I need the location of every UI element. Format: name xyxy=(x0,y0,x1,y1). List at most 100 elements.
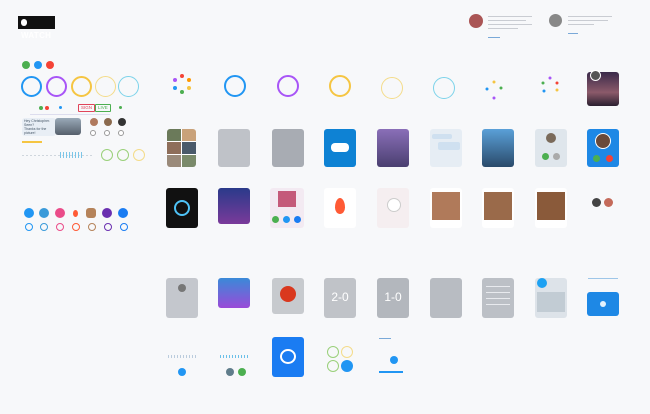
skype-icon[interactable] xyxy=(24,208,34,218)
tag-sign: SIGN xyxy=(78,104,96,112)
progress-ring-small xyxy=(341,346,353,358)
game-app-screen[interactable] xyxy=(218,278,250,308)
dribbble-icon[interactable] xyxy=(55,208,65,218)
messenger-icon xyxy=(280,349,296,364)
game-screen[interactable] xyxy=(218,188,250,224)
apple-watch-logo: WATCH xyxy=(18,16,55,40)
progress-ring-light-yellow xyxy=(381,77,403,99)
skype-icon[interactable] xyxy=(39,208,49,218)
toggle-dot[interactable] xyxy=(118,130,124,136)
progress-ring-purple xyxy=(46,76,67,97)
avatar xyxy=(469,14,483,28)
avatar xyxy=(549,14,562,27)
score-screen[interactable]: 1-0 xyxy=(377,278,409,318)
divider xyxy=(30,114,110,115)
skype-icon xyxy=(331,143,349,152)
play-button[interactable] xyxy=(226,368,234,376)
messenger-icon[interactable] xyxy=(118,208,128,218)
instagram-icon[interactable] xyxy=(86,208,96,218)
logo-text: WATCH xyxy=(21,31,52,40)
loading-dots-colorful xyxy=(541,76,559,93)
tinder-flame-icon[interactable] xyxy=(72,223,80,231)
waveform xyxy=(168,355,198,358)
notification-text xyxy=(488,16,534,38)
image-screen[interactable] xyxy=(482,129,514,167)
phone-icon[interactable] xyxy=(593,155,600,162)
avatar xyxy=(90,118,98,126)
photo-card-screen[interactable] xyxy=(482,188,514,228)
score-screen[interactable]: 2-0 xyxy=(324,278,356,318)
chat-screen-light[interactable] xyxy=(430,129,462,167)
tinder-screen[interactable] xyxy=(324,188,356,228)
notification-text xyxy=(568,16,614,34)
folder-icon xyxy=(600,301,606,307)
tinder-flame-icon xyxy=(335,198,345,214)
chat-screen-purple[interactable] xyxy=(377,129,409,167)
image-thumbnail xyxy=(55,118,81,135)
folder-screen[interactable] xyxy=(587,292,619,316)
apple-icon xyxy=(21,19,27,26)
waveform xyxy=(220,355,250,358)
messenger-app-screen[interactable] xyxy=(272,337,304,377)
toggle-dot[interactable] xyxy=(104,130,110,136)
status-dot xyxy=(39,106,43,110)
loading-spinner-colorful xyxy=(173,74,191,94)
yahoo-icon[interactable] xyxy=(104,223,112,231)
audio-screen[interactable] xyxy=(379,338,409,374)
gray-screen[interactable] xyxy=(430,278,462,318)
avatar xyxy=(604,198,613,207)
phone-icon[interactable] xyxy=(22,61,30,69)
skype-app-screen[interactable] xyxy=(324,129,356,167)
skype-icon[interactable] xyxy=(25,223,33,231)
dribbble-icon[interactable] xyxy=(56,223,64,231)
profile-card-screen[interactable] xyxy=(377,188,409,228)
shazam-icon xyxy=(174,200,190,216)
close-icon[interactable] xyxy=(606,155,613,162)
mic-icon[interactable] xyxy=(34,61,42,69)
list-screen[interactable] xyxy=(482,278,514,318)
phone-icon[interactable] xyxy=(542,153,549,160)
score-text: 2-0 xyxy=(331,290,349,304)
avatar xyxy=(118,118,126,126)
photo-share-screen[interactable] xyxy=(270,188,304,228)
mic-icon[interactable] xyxy=(390,356,398,364)
skype-icon[interactable] xyxy=(40,223,48,231)
share-icon[interactable] xyxy=(283,216,290,223)
progress-ring-blue xyxy=(224,75,246,97)
instagram-icon[interactable] xyxy=(88,223,96,231)
progress-ring-purple xyxy=(277,75,299,97)
chat-bubble: Thanks for the picture! xyxy=(22,126,56,136)
progress-ring-small xyxy=(327,360,339,372)
incoming-call-screen[interactable] xyxy=(587,129,619,167)
message-screen[interactable] xyxy=(218,129,250,167)
messenger-icon[interactable] xyxy=(120,223,128,231)
yahoo-icon[interactable] xyxy=(102,208,112,218)
status-dot xyxy=(119,106,122,109)
avatar xyxy=(104,118,112,126)
score-text: 1-0 xyxy=(384,290,402,304)
shazam-screen[interactable] xyxy=(166,188,198,228)
photo-card-screen[interactable] xyxy=(535,188,567,228)
message-screen-dark[interactable] xyxy=(272,129,304,167)
share-icon[interactable] xyxy=(294,216,301,223)
check-button[interactable] xyxy=(341,360,353,372)
play-button[interactable] xyxy=(178,368,186,376)
status-dot xyxy=(59,106,62,109)
close-icon[interactable] xyxy=(553,153,560,160)
gray-screen[interactable] xyxy=(166,278,198,318)
call-screen[interactable] xyxy=(535,129,567,167)
photo-grid-screen[interactable] xyxy=(167,129,196,167)
progress-ring-cyan xyxy=(433,77,455,99)
photo-card-screen[interactable] xyxy=(430,188,462,228)
football-club-screen[interactable] xyxy=(272,278,304,314)
waveform xyxy=(60,152,84,158)
progress-ring-yellow xyxy=(329,75,351,97)
toggle-dot[interactable] xyxy=(90,130,96,136)
share-icon[interactable] xyxy=(272,216,279,223)
progress-bar xyxy=(22,141,42,143)
tinder-flame-icon[interactable] xyxy=(73,210,78,217)
tag-live: LIVE xyxy=(95,104,111,112)
close-icon[interactable] xyxy=(46,61,54,69)
twitter-screen[interactable] xyxy=(535,278,567,318)
play-button[interactable] xyxy=(238,368,246,376)
